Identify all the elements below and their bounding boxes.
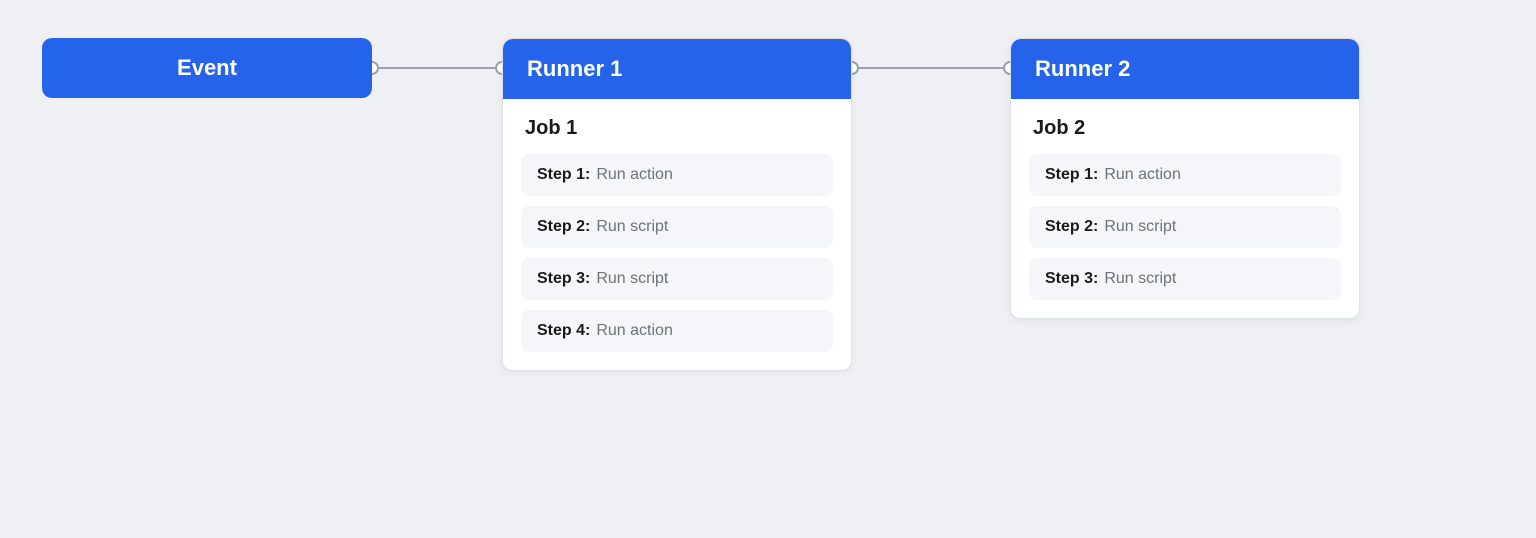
runner2-step-1[interactable]: Step 1: Run action xyxy=(1029,154,1341,196)
runner2-step3-label: Step 3: xyxy=(1045,270,1098,288)
runner1-step3-label: Step 3: xyxy=(537,270,590,288)
runner1-step1-value: Run action xyxy=(596,166,673,184)
runner2-step2-value: Run script xyxy=(1104,218,1176,236)
runner1-step4-label: Step 4: xyxy=(537,322,590,340)
runner1-step1-label: Step 1: xyxy=(537,166,590,184)
runner1-title: Runner 1 xyxy=(527,56,622,82)
runner2-step1-value: Run action xyxy=(1104,166,1181,184)
runner1-step3-value: Run script xyxy=(596,270,668,288)
runner1-node[interactable]: Runner 1 Job 1 Step 1: Run action Step 2… xyxy=(502,38,852,371)
runner2-step-3[interactable]: Step 3: Run script xyxy=(1029,258,1341,300)
runner1-step-4[interactable]: Step 4: Run action xyxy=(521,310,833,352)
canvas: Event Runner 1 Job 1 Step 1: Run action … xyxy=(0,0,1536,538)
runner1-header: Runner 1 xyxy=(503,39,851,99)
runner2-step-2[interactable]: Step 2: Run script xyxy=(1029,206,1341,248)
runner2-title: Runner 2 xyxy=(1035,56,1130,82)
runner2-header: Runner 2 xyxy=(1011,39,1359,99)
runner2-body: Job 2 Step 1: Run action Step 2: Run scr… xyxy=(1011,99,1359,318)
runner1-step2-value: Run script xyxy=(596,218,668,236)
runner2-step1-label: Step 1: xyxy=(1045,166,1098,184)
runner1-job-title: Job 1 xyxy=(521,117,833,140)
runner2-job-title: Job 2 xyxy=(1029,117,1341,140)
runner1-step-2[interactable]: Step 2: Run script xyxy=(521,206,833,248)
runner1-step2-label: Step 2: xyxy=(537,218,590,236)
runner1-body: Job 1 Step 1: Run action Step 2: Run scr… xyxy=(503,99,851,370)
runner1-step4-value: Run action xyxy=(596,322,673,340)
runner2-node[interactable]: Runner 2 Job 2 Step 1: Run action Step 2… xyxy=(1010,38,1360,319)
runner1-step-3[interactable]: Step 3: Run script xyxy=(521,258,833,300)
event-node[interactable]: Event xyxy=(42,38,372,98)
runner2-step3-value: Run script xyxy=(1104,270,1176,288)
runner2-step2-label: Step 2: xyxy=(1045,218,1098,236)
event-title: Event xyxy=(177,55,237,81)
runner1-step-1[interactable]: Step 1: Run action xyxy=(521,154,833,196)
